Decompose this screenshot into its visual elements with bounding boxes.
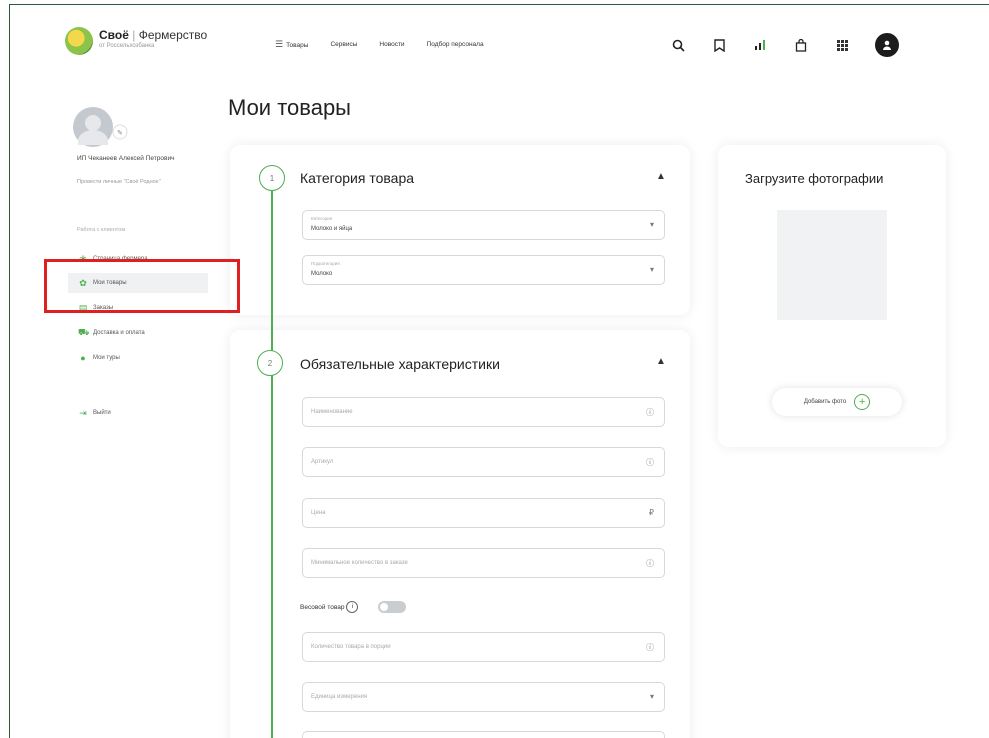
add-photo-button[interactable]: Добавить фото + xyxy=(772,388,902,416)
portion-quantity-field[interactable]: Количество товара в порции ⓘ xyxy=(302,632,665,662)
brand-subtitle: от Россельхозбанка xyxy=(99,43,155,49)
info-icon[interactable]: ⓘ xyxy=(646,642,654,653)
price-field[interactable]: Цена ₽ xyxy=(302,498,665,528)
next-field[interactable] xyxy=(302,731,665,738)
top-nav: ☰ Товары Сервисы Новости Подбор персонала xyxy=(275,39,484,50)
category-section-title: Категория товара xyxy=(300,170,415,186)
photo-placeholder[interactable] xyxy=(777,210,887,320)
brand-name: Своё | Фермерство xyxy=(99,28,207,42)
field-placeholder: Минимальное количество в заказе xyxy=(311,560,408,566)
weight-product-toggle[interactable] xyxy=(378,601,407,613)
field-placeholder: Количество товара в порции xyxy=(311,644,391,650)
collapse-chevron-up-icon[interactable]: ▲ xyxy=(656,171,666,182)
info-icon[interactable]: ⓘ xyxy=(646,457,654,468)
field-label: Категория xyxy=(311,216,333,221)
nav-item-services[interactable]: Сервисы xyxy=(330,41,357,48)
required-characteristics-card xyxy=(230,330,690,738)
chevron-down-icon: ▾ xyxy=(649,220,654,229)
info-icon[interactable]: ⓘ xyxy=(646,407,654,418)
header-actions xyxy=(670,33,899,57)
user-icon[interactable] xyxy=(875,33,899,57)
profile-avatar[interactable]: ✎ xyxy=(70,105,130,155)
brand-separator: | xyxy=(132,28,136,42)
sidebar-item-delivery[interactable]: ⛟ Доставка и оплата xyxy=(68,323,208,343)
sidebar-item-label: Мои туры xyxy=(93,355,120,361)
logo-mark-icon xyxy=(65,27,93,55)
required-section-title: Обязательные характеристики xyxy=(300,356,500,372)
sidebar-item-tours[interactable]: ● Мои туры xyxy=(68,348,208,368)
top-header: Своё | Фермерство от Россельхозбанка ☰ То… xyxy=(10,5,989,77)
svg-text:✎: ✎ xyxy=(117,129,123,137)
field-value: Молоко xyxy=(311,271,333,277)
brand-name-second: Фермерство xyxy=(138,28,208,42)
name-field[interactable]: Наименование ⓘ xyxy=(302,397,665,427)
brand-logo[interactable]: Своё | Фермерство от Россельхозбанка xyxy=(65,25,207,55)
min-order-quantity-field[interactable]: Минимальное количество в заказе ⓘ xyxy=(302,548,665,578)
user-farm-name: Провести личные "Своё Родное" xyxy=(77,179,161,185)
category-select[interactable]: Категория Молоко и яйца ▾ xyxy=(302,210,665,240)
page-title: Мои товары xyxy=(228,95,351,120)
menu-icon: ☰ xyxy=(275,39,284,49)
subcategory-select[interactable]: Подкатегория Молоко ▾ xyxy=(302,255,665,285)
unit-select[interactable]: Единица измерения ▾ xyxy=(302,682,665,712)
collapse-chevron-up-icon[interactable]: ▲ xyxy=(656,356,666,367)
weight-product-label: Весовой товар xyxy=(300,603,345,611)
bookmark-icon[interactable] xyxy=(711,37,727,53)
field-label: Подкатегория xyxy=(311,261,340,266)
location-icon: ● xyxy=(80,353,86,363)
app-window: Своё | Фермерство от Россельхозбанка ☰ То… xyxy=(9,4,989,738)
step-connector xyxy=(271,191,273,315)
grid-icon[interactable] xyxy=(834,37,850,53)
plus-icon: + xyxy=(854,394,871,410)
logout-icon: ⇥ xyxy=(79,407,87,418)
photo-upload-title: Загрузите фотографии xyxy=(745,171,884,186)
chevron-down-icon: ▾ xyxy=(649,692,654,701)
field-placeholder: Наименование xyxy=(311,409,353,415)
search-icon[interactable] xyxy=(670,37,686,53)
nav-products-label: Товары xyxy=(286,42,309,49)
weight-product-row: Весовой товар i xyxy=(300,601,407,613)
highlight-annotation xyxy=(44,259,240,313)
delivery-icon: ⛟ xyxy=(78,327,90,337)
sidebar-section-label: Работа с клиентом xyxy=(77,227,126,233)
nav-item-staffing[interactable]: Подбор персонала xyxy=(427,41,484,48)
field-placeholder: Артикул xyxy=(311,459,334,465)
cart-icon[interactable] xyxy=(793,37,809,53)
info-icon[interactable]: i xyxy=(346,601,359,613)
sidebar-item-label: Доставка и оплата xyxy=(93,330,145,336)
step-2-circle: 2 xyxy=(257,350,283,376)
brand-name-first: Своё xyxy=(99,28,129,42)
add-photo-label: Добавить фото xyxy=(803,399,847,405)
step-connector xyxy=(271,315,273,738)
nav-item-news[interactable]: Новости xyxy=(379,41,404,48)
field-placeholder: Цена xyxy=(311,510,326,516)
nav-item-products[interactable]: ☰ Товары xyxy=(275,39,308,50)
sidebar-item-logout[interactable]: ⇥ Выйти xyxy=(68,403,208,423)
sku-field[interactable]: Артикул ⓘ xyxy=(302,447,665,477)
user-name: ИП Чеканеев Алексей Петрович xyxy=(77,155,175,162)
stats-icon[interactable] xyxy=(752,37,768,53)
field-value: Молоко и яйца xyxy=(311,226,353,232)
sidebar-item-label: Выйти xyxy=(93,410,111,416)
info-icon[interactable]: ⓘ xyxy=(646,558,654,569)
field-placeholder: Единица измерения xyxy=(311,694,368,700)
chevron-down-icon: ▾ xyxy=(649,265,654,274)
step-1-circle: 1 xyxy=(259,165,285,191)
currency-icon: ₽ xyxy=(648,508,654,517)
